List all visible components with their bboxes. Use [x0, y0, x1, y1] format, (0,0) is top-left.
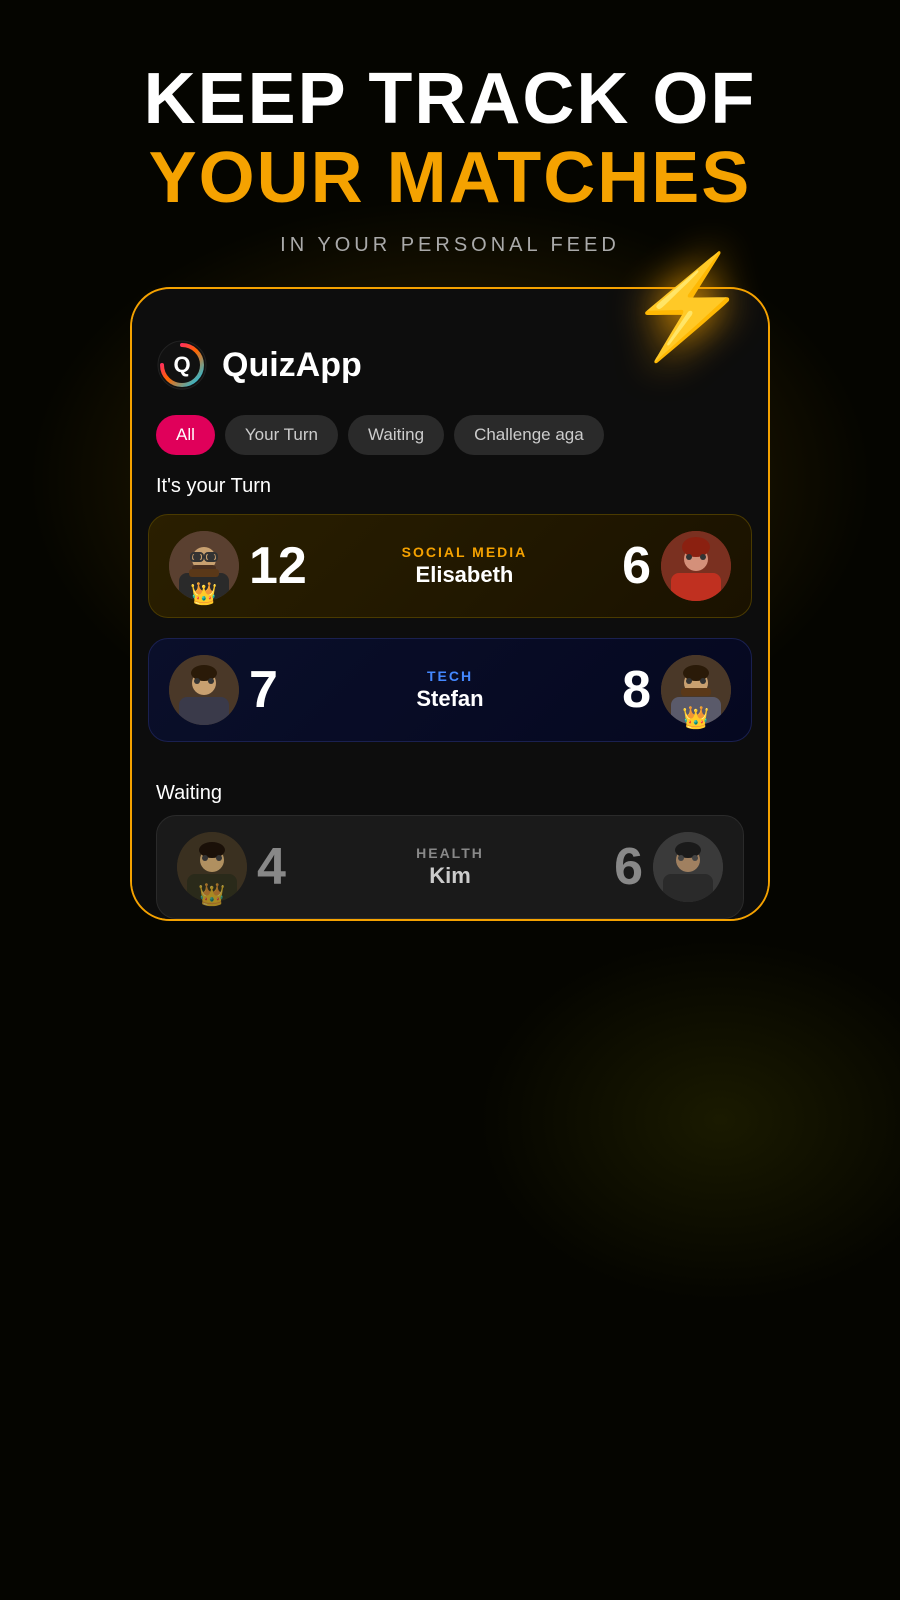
header-line2: YOUR MATCHES [144, 139, 757, 218]
main-content: KEEP TRACK OF YOUR MATCHES IN YOUR PERSO… [0, 0, 900, 1600]
match-center-1: SOCIAL MEDIA Elisabeth [307, 544, 622, 588]
player-left-waiting: 👑 4 [177, 832, 286, 902]
crown-badge-left-1: 👑 [190, 583, 217, 605]
avatar-wrapper-left-1: 👑 [169, 531, 239, 601]
svg-text:Q: Q [173, 352, 190, 377]
score-left-waiting: 4 [257, 837, 286, 897]
tab-waiting[interactable]: Waiting [348, 415, 444, 455]
player-right-1: 6 [622, 531, 731, 601]
avatar-opponent-1 [661, 531, 731, 601]
app-name: QuizApp [222, 346, 362, 385]
lightning-icon: ⚡ [625, 257, 750, 357]
avatar-opponent-waiting [653, 832, 723, 902]
avatar-player-2 [169, 655, 239, 725]
avatar-wrapper-right-1 [661, 531, 731, 601]
crown-badge-waiting-left: 👑 [198, 884, 225, 906]
score-right-waiting: 6 [614, 837, 643, 897]
header-section: KEEP TRACK OF YOUR MATCHES IN YOUR PERSO… [144, 0, 757, 277]
player-left-2: 7 [169, 655, 278, 725]
avatar-wrapper-right-waiting [653, 832, 723, 902]
match-card-social-media[interactable]: 👑 12 SOCIAL MEDIA Elisabeth [148, 514, 752, 618]
tab-all[interactable]: All [156, 415, 215, 455]
match-center-waiting: HEALTH Kim [286, 845, 614, 889]
score-right-1: 6 [622, 536, 651, 596]
your-turn-label: It's your Turn [156, 475, 744, 514]
crown-badge-right-2: 👑 [682, 707, 709, 729]
phone-frame: Q QuizApp All Your Turn Waiting Challeng… [130, 287, 770, 921]
phone-wrapper: ⚡ [130, 287, 770, 921]
match-category-1: SOCIAL MEDIA [317, 544, 612, 560]
player-right-waiting: 6 [614, 832, 723, 902]
tab-challenge[interactable]: Challenge aga [454, 415, 604, 455]
match-card-health[interactable]: 👑 4 HEALTH Kim [156, 815, 744, 919]
waiting-label: Waiting [156, 762, 744, 815]
match-category-waiting: HEALTH [296, 845, 604, 861]
score-left-2: 7 [249, 660, 278, 720]
score-right-2: 8 [622, 660, 651, 720]
match-opponent-1: Elisabeth [317, 562, 612, 588]
score-left-1: 12 [249, 536, 307, 596]
match-opponent-2: Stefan [288, 686, 612, 712]
match-center-2: TECH Stefan [278, 668, 622, 712]
header-line1: KEEP TRACK OF [144, 60, 757, 139]
app-logo: Q [156, 339, 208, 391]
match-category-2: TECH [288, 668, 612, 684]
avatar-wrapper-right-2: 👑 [661, 655, 731, 725]
waiting-section: Waiting [132, 762, 768, 919]
avatar-wrapper-left-2 [169, 655, 239, 725]
filter-tabs: All Your Turn Waiting Challenge aga [156, 415, 744, 455]
avatar-wrapper-left-waiting: 👑 [177, 832, 247, 902]
match-card-tech[interactable]: 7 TECH Stefan [148, 638, 752, 742]
tab-your-turn[interactable]: Your Turn [225, 415, 338, 455]
match-opponent-waiting: Kim [296, 863, 604, 889]
player-right-2: 👑 8 [622, 655, 731, 725]
player-left-1: 👑 12 [169, 531, 307, 601]
